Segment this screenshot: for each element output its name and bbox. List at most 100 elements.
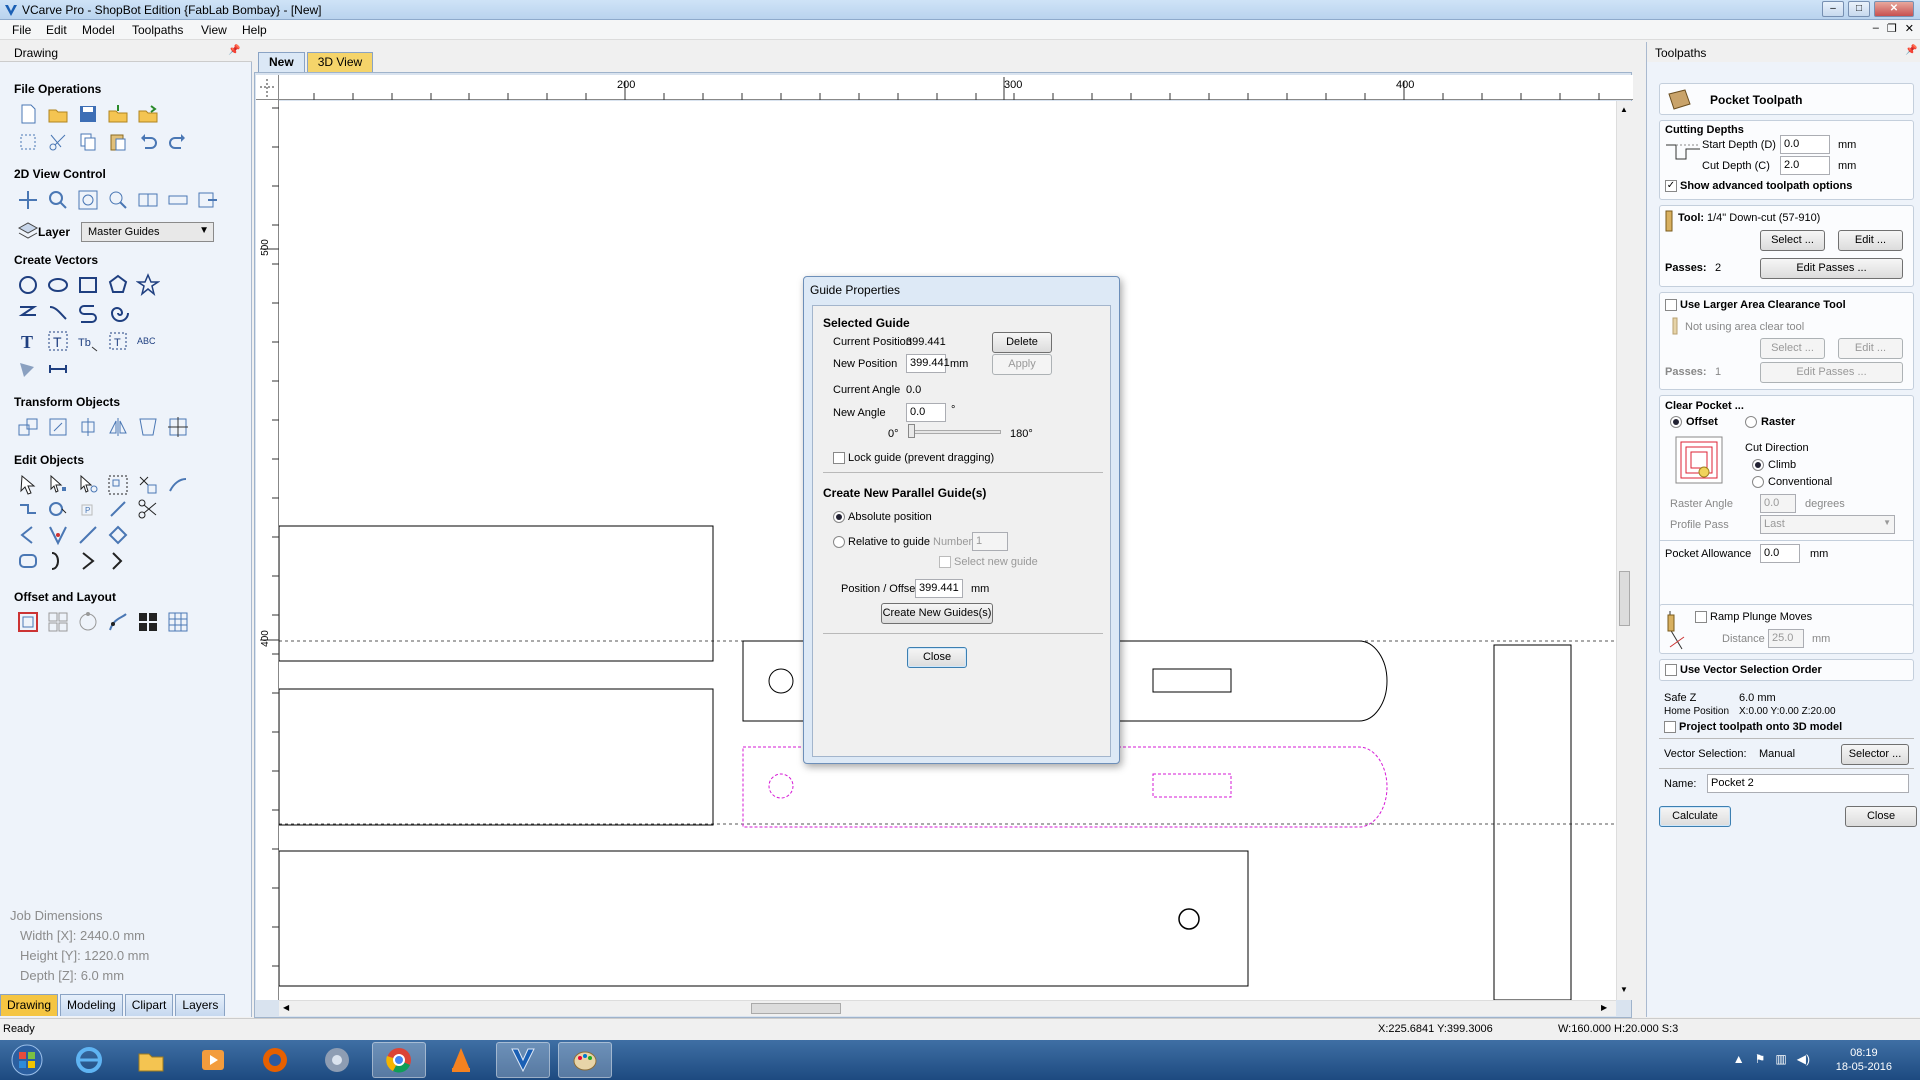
chevron-right-icon[interactable] [76,549,100,573]
zoom-icon[interactable] [46,188,70,212]
start-button[interactable] [0,1042,54,1078]
vertical-scrollbar[interactable]: ▲ ▼ [1616,101,1632,1000]
scroll-up-icon[interactable]: ▲ [1620,105,1628,114]
offset-radio[interactable] [1670,416,1682,428]
ungroup-icon[interactable] [136,473,160,497]
tab-clipart[interactable]: Clipart [124,994,174,1016]
interactive-select-icon[interactable] [76,473,100,497]
array-copy-icon[interactable] [46,610,70,634]
zoom-extents-icon[interactable] [76,188,100,212]
start-depth-input[interactable]: 0.0 [1780,135,1830,154]
position-offset-input[interactable]: 399.441 [915,579,963,598]
text-icon[interactable]: T [16,329,40,353]
zoom-selection-icon[interactable] [106,188,130,212]
angle-slider-track[interactable] [909,430,1001,434]
chrome-app-icon[interactable] [310,1042,364,1078]
raster-radio[interactable] [1745,416,1757,428]
draw-polygon-icon[interactable] [106,273,130,297]
paint-icon[interactable] [558,1042,612,1078]
node-edit-icon[interactable] [46,473,70,497]
tool-edit-button[interactable]: Edit ... [1838,230,1903,251]
draw-curve-icon[interactable] [46,301,70,325]
menu-file[interactable]: File [12,23,31,37]
show-advanced-checkbox[interactable]: ✓ [1665,180,1677,192]
draw-star-icon[interactable] [135,273,161,297]
horizontal-scrollbar[interactable]: ◀ ▶ [279,1000,1616,1016]
group-icon[interactable] [106,473,130,497]
clock[interactable]: 08:19 18-05-2016 [1836,1046,1892,1074]
draw-circle-icon[interactable] [16,273,40,297]
tool-select-button[interactable]: Select ... [1760,230,1825,251]
select-new-guide-checkbox[interactable] [939,556,951,568]
fill-pattern-icon[interactable] [166,610,190,634]
area-select-button[interactable]: Select ... [1760,338,1825,359]
measure-icon[interactable] [46,357,70,381]
paste-icon[interactable] [106,130,130,154]
apply-button[interactable]: Apply [992,354,1052,375]
text-arc-icon[interactable]: T [106,329,130,353]
close-vectors-icon[interactable] [46,497,70,521]
smooth-icon[interactable] [16,549,40,573]
nesting-icon[interactable] [136,610,160,634]
mdi-restore-button[interactable]: ❐ [1887,22,1897,35]
copy-along-vector-icon[interactable] [106,610,130,634]
mdi-close-button[interactable]: ✕ [1905,22,1914,35]
edit-passes-button[interactable]: Edit Passes ... [1760,258,1903,279]
view-ruler-icon[interactable] [166,188,190,212]
ruler-corner[interactable] [256,75,279,100]
job-setup-icon[interactable] [16,130,40,154]
maximize-button[interactable]: □ [1848,1,1870,17]
lock-guide-checkbox[interactable] [833,452,845,464]
pocket-allowance-input[interactable]: 0.0 [1760,544,1800,563]
vcarve-taskbar-icon[interactable] [496,1042,550,1078]
line-to-curve-icon[interactable] [76,523,100,547]
undo-icon[interactable] [136,130,160,154]
import-icon[interactable] [106,102,130,126]
arc-edit-icon[interactable] [16,523,40,547]
auto-layout-text-icon[interactable]: Tb [76,329,100,353]
tab-3d-view[interactable]: 3D View [306,52,374,72]
dialog-close-button[interactable]: Close [907,647,967,668]
menu-edit[interactable]: Edit [46,23,67,37]
raster-angle-input[interactable]: 0.0 [1760,494,1796,513]
abc-text-icon[interactable]: ABC [136,329,160,353]
tab-modeling[interactable]: Modeling [60,994,123,1016]
number-spinner[interactable]: 1 [972,532,1008,551]
vector-order-checkbox[interactable] [1665,664,1677,676]
area-edit-button[interactable]: Edit ... [1838,338,1903,359]
view-tiles-icon[interactable] [136,188,160,212]
menu-toolpaths[interactable]: Toolpaths [132,23,183,37]
pin-icon[interactable]: 📌 [1905,45,1917,56]
larger-area-checkbox[interactable] [1665,299,1677,311]
cut-icon[interactable] [46,130,70,154]
mdi-minimize-button[interactable]: – [1873,22,1879,35]
menu-view[interactable]: View [201,23,227,37]
draw-polyline-icon[interactable] [16,301,40,325]
draw-rectangle-icon[interactable] [76,273,100,297]
move-icon[interactable] [16,415,40,439]
calculate-button[interactable]: Calculate [1659,806,1731,827]
tab-drawing[interactable]: Drawing [0,994,59,1016]
copy-icon[interactable] [76,130,100,154]
firefox-icon[interactable] [248,1042,302,1078]
scroll-left-icon[interactable]: ◀ [283,1003,289,1012]
select-icon[interactable] [16,473,40,497]
profile-pass-dropdown[interactable]: Last ▼ [1760,515,1895,534]
create-new-guides-button[interactable]: Create New Guides(s) [881,603,993,624]
network-icon[interactable]: ▥ [1775,1052,1786,1066]
new-position-input[interactable]: 399.441 [906,354,950,373]
cut-depth-input[interactable]: 2.0 [1780,156,1830,175]
climb-radio[interactable] [1752,459,1764,471]
trace-bitmap-icon[interactable] [16,357,40,381]
menu-help[interactable]: Help [242,23,267,37]
set-origin-icon[interactable] [166,415,190,439]
text-on-curve-icon[interactable]: T [46,329,70,353]
mirror-icon[interactable] [106,415,130,439]
horizontal-scroll-thumb[interactable] [751,1003,841,1014]
delete-guide-button[interactable]: Delete Guide [992,332,1052,367]
weld-icon[interactable] [166,473,190,497]
scale-icon[interactable] [46,415,70,439]
area-edit-passes-button[interactable]: Edit Passes ... [1760,362,1903,383]
layer-dropdown[interactable]: Master Guides ▼ [81,222,214,242]
volume-icon[interactable]: ◀) [1797,1052,1810,1066]
